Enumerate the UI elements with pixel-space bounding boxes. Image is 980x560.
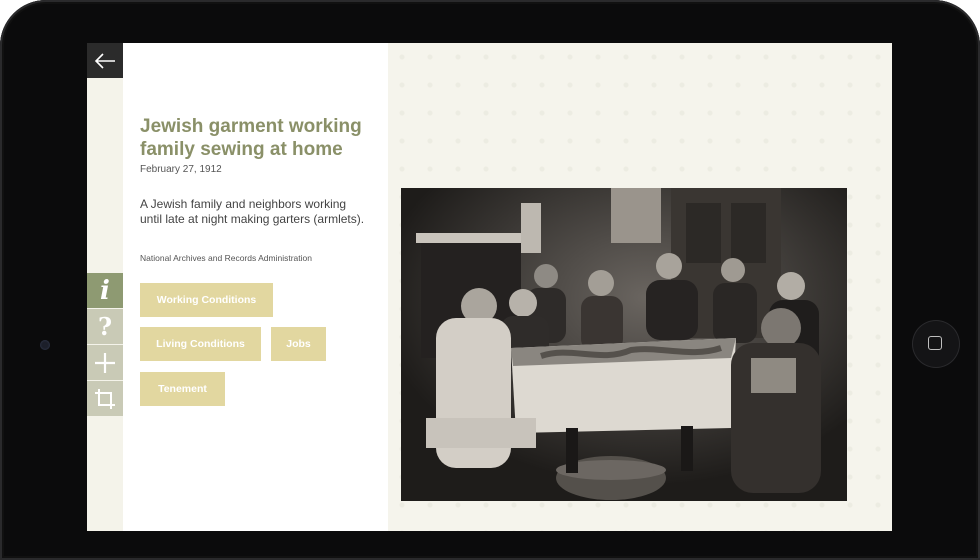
crop-button[interactable]: [87, 381, 123, 416]
camera-dot: [40, 340, 50, 350]
info-button[interactable]: i: [87, 273, 123, 308]
page-title: Jewish garment working family sewing at …: [140, 116, 362, 160]
question-button[interactable]: ?: [87, 309, 123, 344]
back-button[interactable]: [87, 43, 123, 78]
photo-description: A Jewish family and neighbors working un…: [140, 197, 365, 226]
arrow-left-icon: [94, 52, 115, 69]
tag-tenement[interactable]: Tenement: [140, 372, 225, 406]
tag-jobs[interactable]: Jobs: [271, 327, 326, 361]
question-icon: ?: [97, 311, 113, 341]
tag-working-conditions[interactable]: Working Conditions: [140, 283, 273, 317]
sidebar: i ?: [87, 43, 123, 531]
add-button[interactable]: [87, 345, 123, 380]
tool-strip: i ?: [87, 273, 123, 417]
image-viewer: [388, 43, 892, 531]
tag-living-conditions[interactable]: Living Conditions: [140, 327, 261, 361]
home-button[interactable]: [912, 320, 960, 368]
crop-icon: [95, 388, 115, 409]
historical-photo[interactable]: [401, 188, 847, 501]
info-icon: i: [100, 275, 110, 306]
photo-source: National Archives and Records Administra…: [140, 253, 312, 263]
home-square-icon: [928, 336, 942, 350]
app-screen: i ? Jewish garment working family sewing…: [87, 43, 892, 531]
info-panel: Jewish garment working family sewing at …: [123, 43, 388, 531]
photo-date: February 27, 1912: [140, 164, 222, 175]
plus-icon: [95, 352, 115, 373]
family-sewing-photo: [401, 188, 847, 501]
